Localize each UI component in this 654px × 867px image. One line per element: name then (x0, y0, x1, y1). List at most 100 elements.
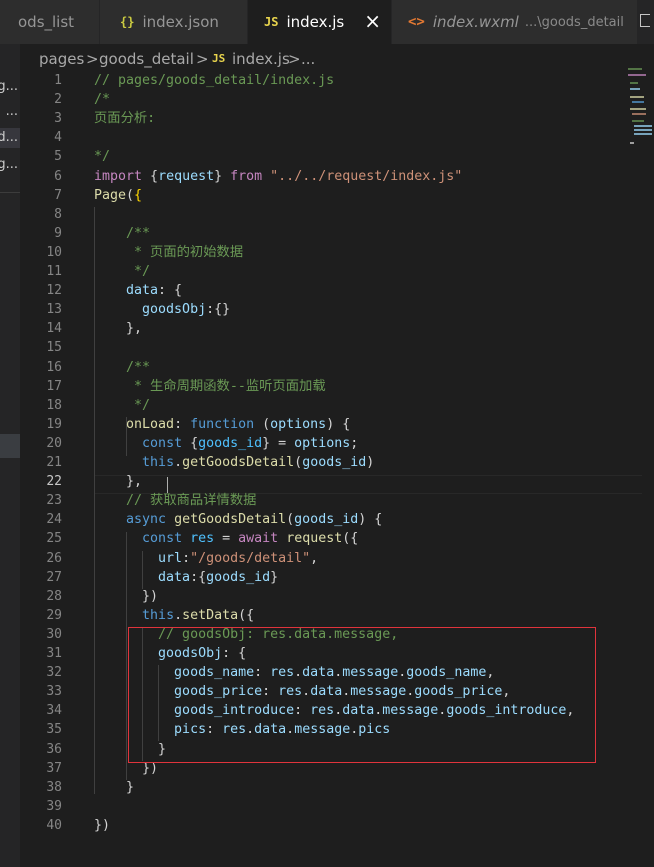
tab-index-json[interactable]: {} index.json (100, 0, 248, 44)
code-token: } (94, 779, 135, 795)
code-line[interactable]: 8 (20, 205, 654, 224)
code-token: goods_id (198, 435, 263, 451)
code-line[interactable]: 20 const {goods_id} = options; (20, 434, 654, 453)
code-token: url (94, 550, 183, 566)
explorer-item[interactable]: d... (0, 128, 20, 148)
code-token: . (174, 607, 183, 623)
explorer-item[interactable]: ... (0, 102, 20, 122)
code-text: data: { (94, 281, 182, 300)
chevron-right-icon: > (288, 50, 301, 68)
code-line[interactable]: 18 */ (20, 396, 654, 415)
code-line[interactable]: 21 this.getGoodsDetail(goods_id) (20, 453, 654, 472)
tab-goods-list[interactable]: ods_list (0, 0, 100, 44)
code-line[interactable]: 26 url:"/goods/detail", (20, 549, 654, 568)
code-token: options (270, 416, 327, 432)
code-line[interactable]: 29 this.setData({ (20, 606, 654, 625)
code-line[interactable]: 38 } (20, 778, 654, 797)
code-line[interactable]: 14 }, (20, 319, 654, 338)
code-line[interactable]: 7 Page({ (20, 186, 654, 205)
code-token: } (214, 168, 231, 184)
code-token: ) { (358, 512, 383, 528)
code-token: ( (254, 416, 271, 432)
minimap[interactable] (628, 68, 652, 158)
code-line[interactable]: 3 页面分析: (20, 109, 654, 128)
breadcrumb-goods-detail[interactable]: goods_detail (99, 50, 194, 68)
explorer-item-hovered[interactable] (0, 434, 20, 458)
code-line[interactable]: 19 onLoad: function (options) { (20, 415, 654, 434)
code-line[interactable]: 39 (20, 797, 654, 816)
code-token: { (134, 187, 143, 203)
line-number: 33 (46, 684, 62, 700)
close-icon[interactable]: × (364, 11, 381, 31)
code-line[interactable]: 6 import {request} from "../../request/in… (20, 167, 654, 186)
breadcrumb-ellipsis[interactable]: ... (301, 50, 315, 68)
code-line[interactable]: 13 goodsObj:{} (20, 300, 654, 319)
code-token: goods_id (302, 455, 367, 470)
code-line[interactable]: 22 }, (20, 472, 654, 491)
line-number: 20 (46, 435, 62, 451)
code-line[interactable]: 1 // pages/goods_detail/index.js (20, 71, 654, 90)
tab-index-wxml[interactable]: <> index.wxml ...\goods_detail (392, 0, 638, 44)
split-editor-icon[interactable] (638, 0, 654, 44)
explorer-item[interactable]: g... (0, 77, 20, 97)
line-number: 29 (46, 607, 62, 623)
code-editor[interactable]: 1 // pages/goods_detail/index.js 2 /* 3 页面分析:… (20, 68, 654, 867)
code-text: data:{goods_id} (94, 568, 278, 587)
line-number: 12 (46, 283, 62, 299)
code-text: /** (94, 358, 150, 377)
explorer-item[interactable]: g... (0, 155, 20, 175)
code-line[interactable]: 17 * 生命周期函数--监听页面加载 (20, 377, 654, 396)
tab-index-js[interactable]: JS index.js × (248, 0, 392, 44)
js-file-icon: JS (212, 52, 226, 65)
line-number: 1 (54, 73, 62, 88)
code-line[interactable]: 40}) (20, 816, 654, 835)
code-line[interactable]: 5 */ (20, 147, 654, 166)
code-text: }, (94, 472, 142, 491)
code-line[interactable]: 28 }) (20, 587, 654, 606)
code-line[interactable]: 10 * 页面的初始数据 (20, 243, 654, 262)
code-token: this (142, 607, 175, 623)
chevron-right-icon: > (86, 50, 99, 68)
code-token: async (126, 512, 167, 528)
code-token: /* (94, 92, 111, 108)
code-text: // 获取商品详情数据 (94, 491, 256, 510)
line-number: 4 (54, 130, 62, 146)
code-line[interactable]: 23 // 获取商品详情数据 (20, 491, 654, 510)
code-text: */ (94, 262, 150, 281)
code-line[interactable]: 27 data:{goods_id} (20, 568, 654, 587)
code-token: this (142, 455, 175, 470)
code-line[interactable]: 16 /** (20, 358, 654, 377)
code-text: }) (94, 816, 110, 835)
code-line[interactable]: 9 /** (20, 224, 654, 243)
text-cursor (167, 477, 168, 493)
code-token: */ (94, 397, 151, 413)
line-number: 25 (46, 531, 62, 547)
code-token: { (142, 168, 159, 184)
code-text: Page({ (94, 186, 142, 205)
code-token: from (230, 168, 263, 184)
tab-label: index.js (286, 13, 345, 31)
code-line[interactable]: 24 async getGoodsDetail(goods_id) { (20, 510, 654, 529)
code-line[interactable]: 15 (20, 338, 654, 357)
breadcrumb-file[interactable]: index.js (232, 50, 290, 68)
line-number: 39 (46, 798, 62, 814)
code-line[interactable]: 4 (20, 128, 654, 147)
code-token: }, (94, 321, 143, 337)
line-number: 15 (46, 340, 62, 356)
line-number: 5 (54, 149, 62, 165)
code-text: }) (94, 587, 158, 606)
line-number: 3 (54, 111, 62, 127)
breadcrumb-pages[interactable]: pages (39, 50, 84, 68)
tab-path-hint: ...\goods_detail (524, 14, 624, 30)
code-token: * 生命周期函数--监听页面加载 (94, 378, 326, 394)
code-line[interactable]: 25 const res = await request({ (20, 529, 654, 548)
code-line[interactable]: 12 data: { (20, 281, 654, 300)
code-line[interactable]: 2 /* (20, 90, 654, 109)
code-line[interactable]: 11 */ (20, 262, 654, 281)
code-token: goods_id (294, 512, 359, 528)
